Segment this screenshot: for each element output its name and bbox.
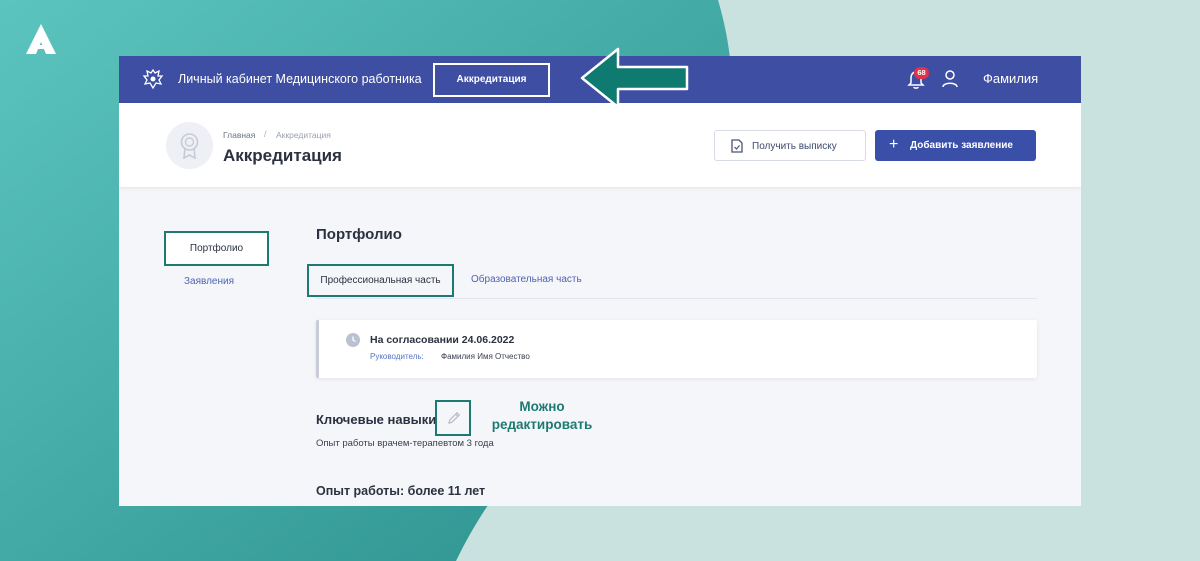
add-application-button[interactable]: + Добавить заявление: [875, 130, 1036, 161]
tab-professional[interactable]: Профессиональная часть: [307, 264, 454, 297]
skills-title: Ключевые навыки: [316, 412, 437, 427]
user-name[interactable]: Фамилия: [983, 71, 1038, 86]
section-title: Портфолио: [316, 226, 402, 243]
document-icon: [731, 139, 743, 153]
pointer-arrow-icon: [580, 47, 689, 109]
app-window: Личный кабинет Медицинского работника Ак…: [119, 56, 1081, 506]
clock-icon: [346, 333, 360, 347]
manager-name: Фамилия Имя Отчество: [441, 352, 530, 361]
get-extract-button[interactable]: Получить выписку: [714, 130, 866, 161]
tab-educational[interactable]: Образовательная часть: [471, 274, 582, 285]
add-application-label: Добавить заявление: [910, 140, 1013, 151]
breadcrumb-home[interactable]: Главная: [223, 130, 255, 140]
manager-label: Руководитель:: [370, 352, 424, 361]
status-card: На согласовании 24.06.2022 Руководитель:…: [316, 320, 1037, 378]
sidebar-item-applications[interactable]: Заявления: [184, 276, 234, 287]
award-icon: [166, 122, 213, 169]
page-header: Главная / Аккредитация Аккредитация Полу…: [119, 103, 1081, 187]
skills-text: Опыт работы врачем-терапевтом 3 года: [316, 438, 494, 449]
brand-logo-icon: [26, 24, 56, 54]
app-title: Личный кабинет Медицинского работника: [178, 72, 422, 86]
user-icon[interactable]: [941, 69, 959, 89]
edit-skills-button[interactable]: [435, 400, 471, 436]
notification-badge: 68: [914, 67, 929, 79]
annotation-line-2: редактировать: [491, 417, 593, 432]
status-text: На согласовании 24.06.2022: [370, 334, 515, 346]
tabs-divider: [316, 298, 1037, 299]
experience-title: Опыт работы: более 11 лет: [316, 484, 486, 498]
page-title: Аккредитация: [223, 146, 342, 165]
breadcrumb-current: Аккредитация: [276, 130, 331, 140]
emblem-icon: [142, 68, 164, 90]
edit-annotation: Можно редактировать: [484, 398, 600, 434]
sidebar-item-portfolio[interactable]: Портфолио: [164, 231, 269, 266]
plus-icon: +: [889, 136, 899, 153]
nav-item-accreditation[interactable]: Аккредитация: [433, 63, 550, 97]
get-extract-label: Получить выписку: [752, 141, 837, 152]
annotation-line-1: Можно: [519, 399, 565, 414]
pencil-icon: [448, 411, 461, 424]
breadcrumb-separator: /: [264, 129, 267, 139]
